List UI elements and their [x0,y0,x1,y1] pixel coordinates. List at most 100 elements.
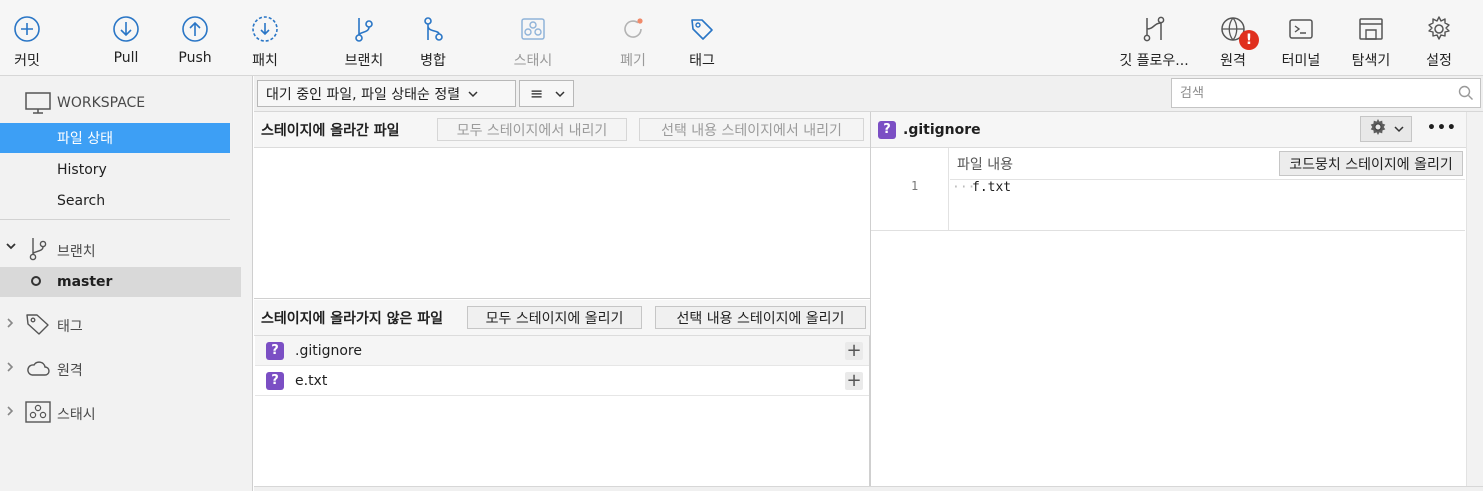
file-row-gitignore[interactable]: ? .gitignore + [255,336,869,366]
patch-icon [251,10,279,48]
merge-icon [419,10,447,48]
stage-file-plus-icon[interactable]: + [845,341,863,360]
diff-hunk-header: 파일 내용 코드뭉치 스테이지에 올리기 [950,148,1465,180]
unstaged-header: 스테이지에 올라가지 않은 파일 모두 스테이지에 올리기 선택 내용 스테이지… [254,300,870,336]
workspace-section[interactable]: WORKSPACE [0,89,253,117]
chevron-down-icon [555,86,565,102]
diff-scrollbar[interactable] [1466,112,1483,491]
chevron-right-icon [5,361,15,376]
stash-label: 스태시 [513,53,553,69]
git-flow-button[interactable]: 깃 플로우... [1114,0,1194,76]
stage-all-button[interactable]: 모두 스테이지에 올리기 [467,306,642,329]
stage-hunk-button[interactable]: 코드뭉치 스테이지에 올리기 [1279,151,1463,176]
unstage-selected-button[interactable]: 선택 내용 스테이지에서 내리기 [639,118,864,141]
staged-header: 스테이지에 올라간 파일 모두 스테이지에서 내리기 선택 내용 스테이지에서 … [254,112,870,148]
discard-icon [619,10,647,48]
tags-heading: 태그 [57,319,83,335]
sort-dropdown[interactable]: 대기 중인 파일, 파일 상태순 정렬 [257,80,516,107]
explorer-button[interactable]: 탐색기 [1346,0,1396,76]
explorer-icon [1357,10,1385,48]
stashes-section[interactable]: 스태시 [0,398,253,426]
chevron-down-icon [468,86,478,102]
sidebar-item-file-status[interactable]: 파일 상태 [0,123,230,153]
diff-header: ? .gitignore ••• [871,112,1483,148]
settings-label: 설정 [1426,53,1452,69]
remote-label: 원격 [1220,53,1246,69]
untracked-status-icon: ? [266,371,284,390]
git-flow-icon [1140,10,1168,48]
gear-icon [1369,118,1387,140]
file-name: .gitignore [295,342,362,359]
cloud-icon [25,358,51,382]
terminal-icon [1287,10,1315,48]
merge-label: 병합 [420,53,446,69]
sidebar-item-history[interactable]: History [0,155,107,185]
pull-button[interactable]: Pull [105,0,147,76]
tags-section[interactable]: 태그 [0,310,253,338]
chevron-right-icon [5,317,15,332]
push-label: Push [178,50,212,66]
unstage-all-button[interactable]: 모두 스테이지에서 내리기 [437,118,627,141]
untracked-status-icon: ? [878,120,896,139]
diff-line: ··· f.txt [950,180,1465,230]
diff-options-dropdown[interactable] [1360,116,1412,142]
chevron-down-icon [1393,121,1404,137]
pull-label: Pull [113,50,139,66]
branch-item-master[interactable]: master [0,267,241,297]
search-input[interactable] [1180,85,1450,101]
branches-heading: 브랜치 [57,244,96,260]
stage-selected-button[interactable]: 선택 내용 스테이지에 올리기 [655,306,866,329]
remotes-heading: 원격 [57,363,83,379]
gear-icon [1425,10,1453,48]
branch-icon [350,10,378,48]
untracked-status-icon: ? [266,341,284,360]
stash-icon [519,10,547,48]
diff-line-text: f.txt [972,180,1012,195]
stash-button[interactable]: 스태시 [508,0,558,76]
tag-icon [25,312,51,340]
search-box[interactable] [1171,78,1481,108]
commit-button[interactable]: 커밋 [6,0,48,76]
git-flow-label: 깃 플로우... [1119,53,1189,69]
merge-button[interactable]: 병합 [414,0,452,76]
more-options-icon[interactable]: ••• [1427,120,1457,136]
remote-button[interactable]: ! 원격 [1214,0,1259,76]
chevron-right-icon [5,405,15,420]
current-branch-icon [31,276,41,286]
branch-button[interactable]: 브랜치 [340,0,388,76]
sidebar-divider [0,219,230,220]
push-button[interactable]: Push [174,0,216,76]
sidebar-item-search[interactable]: Search [0,186,105,216]
branches-section[interactable]: 브랜치 [0,235,253,263]
stage-file-plus-icon[interactable]: + [845,371,863,390]
unstaged-title: 스테이지에 올라가지 않은 파일 [261,310,444,327]
search-icon[interactable] [1458,85,1474,105]
workspace-heading: WORKSPACE [57,95,146,111]
line-number: 1 [911,179,919,193]
diff-subheader-label: 파일 내용 [957,156,1013,173]
patch-button[interactable]: 패치 [244,0,286,76]
discard-button[interactable]: 폐기 [614,0,652,76]
discard-label: 폐기 [620,53,646,69]
terminal-button[interactable]: 터미널 [1278,0,1324,76]
settings-button[interactable]: 설정 [1420,0,1458,76]
view-mode-dropdown[interactable]: ≡ [519,80,574,107]
remote-alert-badge: ! [1239,30,1259,50]
explorer-label: 탐색기 [1351,53,1391,69]
staged-file-list[interactable] [254,148,870,299]
diff-gutter: 1 [871,148,949,230]
sidebar: WORKSPACE 파일 상태 History Search 브랜치 maste… [0,76,253,491]
tag-button[interactable]: 태그 [683,0,721,76]
tag-icon [688,10,716,48]
remotes-section[interactable]: 원격 [0,354,253,382]
file-name: e.txt [295,372,328,389]
plus-circle-icon [13,10,41,48]
stashes-heading: 스태시 [57,407,96,423]
file-row-e-txt[interactable]: ? e.txt + [255,366,869,396]
diff-bottom-divider [871,230,1465,231]
patch-label: 패치 [252,53,278,69]
branch-icon [27,236,49,266]
filter-bar: 대기 중인 파일, 파일 상태순 정렬 ≡ [254,76,1483,112]
chevron-down-icon [5,240,17,255]
terminal-label: 터미널 [1281,53,1321,69]
